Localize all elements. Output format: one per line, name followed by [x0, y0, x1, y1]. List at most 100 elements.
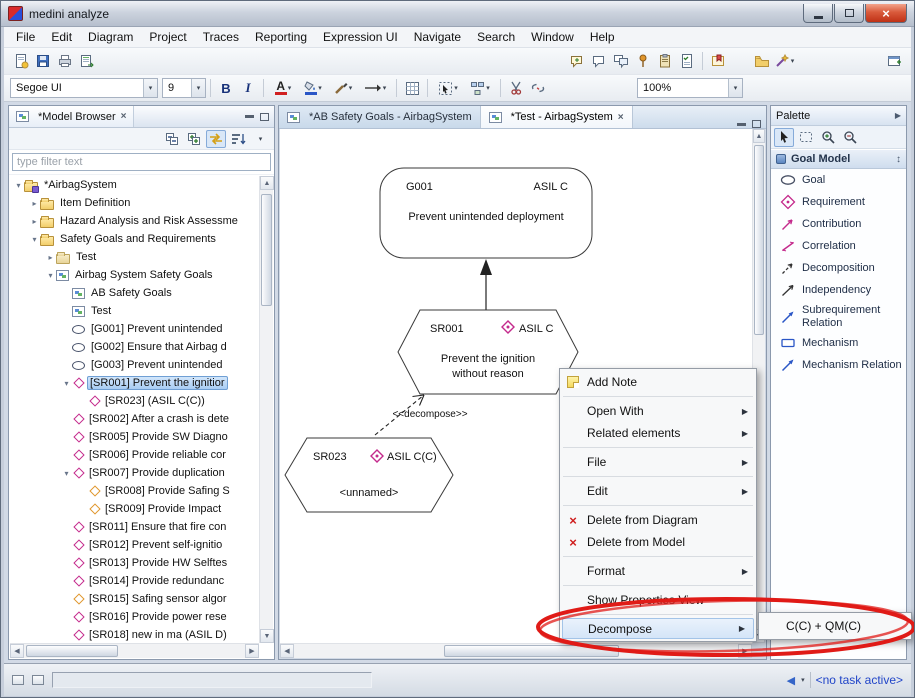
- menu-item-cc-plus-qmc[interactable]: C(C) + QM(C): [759, 615, 911, 637]
- tree-item[interactable]: [SR002] After a crash is dete: [10, 410, 259, 428]
- tree-horizontal-scrollbar[interactable]: ◀ ▶: [10, 643, 259, 658]
- fill-color-button[interactable]: ▾: [298, 77, 328, 99]
- comment-icon[interactable]: [588, 50, 610, 72]
- pin-icon[interactable]: [632, 50, 654, 72]
- sort-icon[interactable]: [228, 130, 248, 148]
- decompose-arrow[interactable]: <<decompose>>: [375, 395, 468, 435]
- tree-item[interactable]: [SR009] Provide Impact: [10, 500, 259, 518]
- layout-button[interactable]: ▾: [464, 77, 496, 99]
- scroll-left-icon[interactable]: ◀: [280, 644, 294, 658]
- tree-item[interactable]: [SR013] Provide HW Selftes: [10, 554, 259, 572]
- scroll-thumb[interactable]: [26, 645, 118, 657]
- link-with-editor-icon[interactable]: [206, 130, 226, 148]
- scroll-up-icon[interactable]: ▲: [753, 129, 765, 143]
- palette-drawer-goal-model[interactable]: Goal Model ↕: [771, 149, 906, 169]
- clipboard-icon[interactable]: [654, 50, 676, 72]
- palette-item-requirement[interactable]: Requirement: [771, 191, 906, 213]
- maximize-button[interactable]: [834, 4, 864, 23]
- tab-test-airbagsystem[interactable]: *Test - AirbagSystem ×: [481, 106, 633, 128]
- menu-item-open-with[interactable]: Open With▶: [560, 400, 756, 422]
- new-diagram-icon[interactable]: [10, 50, 32, 72]
- palette-item-independency[interactable]: Independency: [771, 279, 906, 301]
- maximize-panel-icon[interactable]: [260, 113, 269, 121]
- line-color-button[interactable]: ▾: [328, 77, 358, 99]
- broken-link-icon[interactable]: [527, 77, 549, 99]
- tree-item[interactable]: [SR011] Ensure that fire con: [10, 518, 259, 536]
- print-icon[interactable]: [54, 50, 76, 72]
- font-color-button[interactable]: A ▾: [268, 77, 298, 99]
- tree-item[interactable]: ▾*AirbagSystem: [10, 176, 259, 194]
- font-size-combo[interactable]: 9 ▾: [162, 78, 206, 98]
- menu-file[interactable]: File: [8, 28, 43, 46]
- close-button[interactable]: ×: [865, 4, 907, 23]
- fast-view-icon[interactable]: [12, 675, 24, 685]
- menu-item-delete-from-model[interactable]: ×Delete from Model: [560, 531, 756, 553]
- title-bar[interactable]: medini analyze ×: [1, 1, 914, 27]
- requirement-node-sr023[interactable]: SR023 ASIL C(C) <unnamed>: [285, 438, 453, 512]
- close-icon[interactable]: ×: [618, 112, 624, 123]
- zoom-in-tool-icon[interactable]: [818, 128, 838, 147]
- menu-item-related-elements[interactable]: Related elements▶: [560, 422, 756, 444]
- expander-icon[interactable]: ▾: [61, 379, 72, 388]
- scroll-right-icon[interactable]: ▶: [738, 644, 752, 658]
- tree-item-selected[interactable]: ▾[SR001] Prevent the ignitior: [10, 374, 259, 392]
- export-report-icon[interactable]: [76, 50, 98, 72]
- menu-item-format[interactable]: Format▶: [560, 560, 756, 582]
- menu-reporting[interactable]: Reporting: [247, 28, 315, 46]
- select-mode-button[interactable]: ▾: [432, 77, 464, 99]
- dropdown-icon[interactable]: ▾: [143, 79, 157, 97]
- menu-item-edit[interactable]: Edit▶: [560, 480, 756, 502]
- palette-item-goal[interactable]: Goal: [771, 169, 906, 191]
- tree-item[interactable]: ▾Safety Goals and Requirements: [10, 230, 259, 248]
- goal-node-g001[interactable]: G001 ASIL C Prevent unintended deploymen…: [380, 168, 592, 258]
- tree-item[interactable]: [SR018] new in ma (ASIL D): [10, 626, 259, 643]
- scroll-thumb[interactable]: [444, 645, 619, 657]
- tree-item[interactable]: ▸Test: [10, 248, 259, 266]
- palette-item-decomposition[interactable]: Decomposition: [771, 257, 906, 279]
- menu-diagram[interactable]: Diagram: [80, 28, 141, 46]
- view-menu-icon[interactable]: ▾: [250, 130, 270, 148]
- tree-item[interactable]: ▾Airbag System Safety Goals: [10, 266, 259, 284]
- palette-item-contribution[interactable]: Contribution: [771, 213, 906, 235]
- menu-project[interactable]: Project: [141, 28, 194, 46]
- palette-header[interactable]: Palette ▶: [771, 106, 906, 126]
- magic-wand-icon[interactable]: ▾: [773, 50, 795, 72]
- close-icon[interactable]: ×: [121, 111, 127, 122]
- tab-ab-safety-goals[interactable]: *AB Safety Goals - AirbagSystem: [279, 106, 481, 128]
- minimize-panel-icon[interactable]: [737, 123, 746, 126]
- tree-item[interactable]: ▸Item Definition: [10, 194, 259, 212]
- expander-icon[interactable]: ▾: [61, 469, 72, 478]
- tree-item[interactable]: [G002] Ensure that Airbag d: [10, 338, 259, 356]
- tree-item[interactable]: [SR006] Provide reliable cor: [10, 446, 259, 464]
- expander-icon[interactable]: ▸: [29, 217, 40, 226]
- new-window-icon[interactable]: [883, 50, 905, 72]
- tree-item[interactable]: ▸Hazard Analysis and Risk Assessme: [10, 212, 259, 230]
- tree-item[interactable]: ▾[SR007] Provide duplication: [10, 464, 259, 482]
- tree-vertical-scrollbar[interactable]: ▲ ▼: [259, 176, 273, 643]
- menu-edit[interactable]: Edit: [43, 28, 80, 46]
- menu-item-file[interactable]: File▶: [560, 451, 756, 473]
- menu-expression-ui[interactable]: Expression UI: [315, 28, 406, 46]
- dropdown-icon[interactable]: ▾: [728, 79, 742, 97]
- tree-item[interactable]: [SR008] Provide Safing S: [10, 482, 259, 500]
- tree-item[interactable]: [SR005] Provide SW Diagno: [10, 428, 259, 446]
- back-arrow-icon[interactable]: ◀: [787, 674, 795, 687]
- expand-all-icon[interactable]: [184, 130, 204, 148]
- palette-item-mechanism-relation[interactable]: Mechanism Relation: [771, 354, 906, 376]
- italic-button[interactable]: I: [237, 77, 259, 99]
- zoom-out-tool-icon[interactable]: [840, 128, 860, 147]
- save-icon[interactable]: [32, 50, 54, 72]
- menu-item-show-properties-view[interactable]: Show Properties View: [560, 589, 756, 611]
- task-list-icon[interactable]: [676, 50, 698, 72]
- tree-item[interactable]: [G003] Prevent unintended: [10, 356, 259, 374]
- grid-icon[interactable]: [401, 77, 423, 99]
- palette-item-correlation[interactable]: Correlation: [771, 235, 906, 257]
- menu-navigate[interactable]: Navigate: [406, 28, 469, 46]
- menu-item-decompose[interactable]: Decompose▶: [562, 618, 754, 639]
- tree-item[interactable]: [SR015] Safing sensor algor: [10, 590, 259, 608]
- palette-collapse-icon[interactable]: ▶: [895, 111, 901, 120]
- font-name-combo[interactable]: Segoe UI ▾: [10, 78, 158, 98]
- expander-icon[interactable]: ▾: [13, 181, 24, 190]
- minimize-panel-icon[interactable]: [245, 115, 254, 118]
- tree-item[interactable]: [G001] Prevent unintended: [10, 320, 259, 338]
